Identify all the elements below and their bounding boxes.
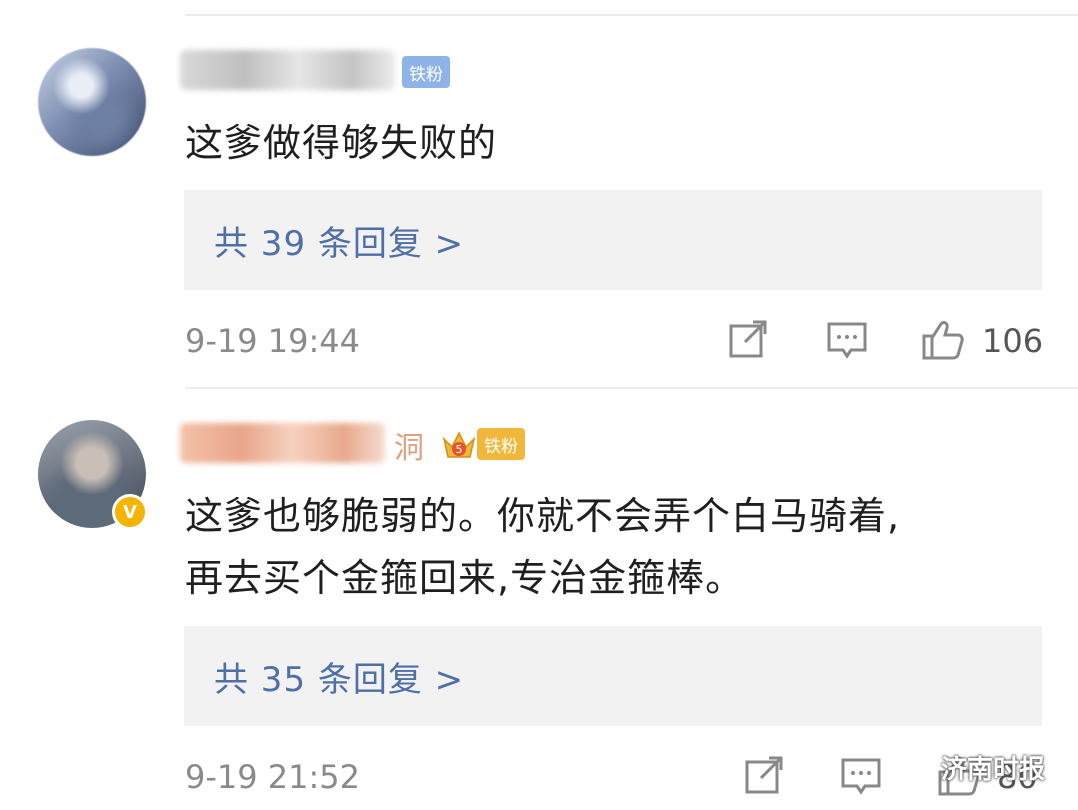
fan-badge[interactable]: 铁粉 xyxy=(402,56,450,88)
username-fragment[interactable]: 洞 xyxy=(394,423,424,467)
like-count: 106 xyxy=(982,322,1044,360)
crown-icon[interactable]: 5 xyxy=(440,425,478,463)
username-blurred[interactable] xyxy=(180,423,385,463)
timestamp: 9-19 21:52 xyxy=(185,758,361,796)
wechat-icon xyxy=(893,751,932,782)
comment-text: 这爹做得够失败的 xyxy=(185,121,498,165)
share-icon[interactable] xyxy=(727,318,771,362)
timestamp: 9-19 19:44 xyxy=(185,322,361,360)
crown-level: 5 xyxy=(456,443,463,456)
comment-text-line-2: 再去买个金箍回来,专治金箍棒。 xyxy=(185,556,745,600)
replies-button[interactable]: 共 39 条回复 > xyxy=(184,190,1042,290)
comment-icon[interactable] xyxy=(839,754,883,798)
share-icon[interactable] xyxy=(743,754,787,798)
watermark-text: 济南时报 xyxy=(941,754,1046,785)
comment-text: 这爹也够脆弱的。你就不会弄个白马骑着, xyxy=(185,494,901,538)
comment-meta: 9-19 19:44 106 xyxy=(185,318,1044,368)
avatar[interactable] xyxy=(38,48,146,156)
verified-badge-icon: V xyxy=(112,494,148,530)
divider xyxy=(185,14,1078,16)
username-blurred[interactable] xyxy=(180,50,395,90)
comment-icon[interactable] xyxy=(825,318,869,362)
thumbs-up-icon[interactable] xyxy=(921,318,965,362)
replies-label: 共 39 条回复 > xyxy=(214,223,465,264)
divider xyxy=(185,387,1078,389)
replies-label: 共 35 条回复 > xyxy=(214,659,465,700)
watermark: 济南时报 xyxy=(893,744,1045,790)
replies-button[interactable]: 共 35 条回复 > xyxy=(184,626,1042,726)
fan-badge[interactable]: 铁粉 xyxy=(477,428,525,460)
